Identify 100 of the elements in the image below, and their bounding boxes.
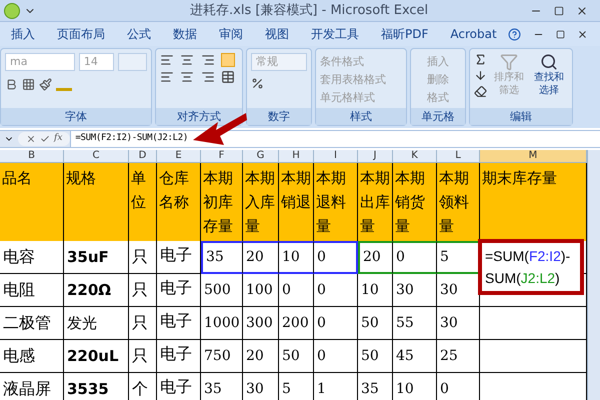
clear-icon[interactable] xyxy=(474,85,487,98)
window-title: 进耗存.xls [兼容模式] - Microsoft Excel xyxy=(190,2,430,20)
column-header[interactable]: G xyxy=(243,150,279,163)
column-header[interactable]: I xyxy=(314,150,358,163)
table-cell: 750 xyxy=(201,340,243,373)
table-cell: 0 xyxy=(279,274,314,307)
table-header-cell: 本期退料量 xyxy=(314,163,358,241)
table-cell: 25 xyxy=(437,340,480,373)
table-cell: 0 xyxy=(437,373,480,400)
column-header[interactable]: H xyxy=(279,150,314,163)
table-cell: 0 xyxy=(314,274,358,307)
table-cell: 1000 xyxy=(201,307,243,340)
table-cell: 220uL xyxy=(64,340,129,373)
ribbon-tab[interactable]: 审阅 xyxy=(208,23,254,45)
table-cell: 220Ω xyxy=(64,274,129,307)
table-cell: 10 xyxy=(358,274,393,307)
table-cell: 45 xyxy=(393,340,437,373)
table-cell: 50 xyxy=(358,307,393,340)
bold-icon[interactable] xyxy=(5,78,18,90)
table-cell: 3535 xyxy=(64,373,129,400)
group-label: 样式 xyxy=(316,108,406,125)
table-cell: 50 xyxy=(279,340,314,373)
table-header-cell: 品名 xyxy=(0,163,64,241)
table-cell: 电子 xyxy=(157,340,201,373)
table-cell: 只 xyxy=(129,241,157,274)
table-header-cell: 本期初库存量 xyxy=(201,163,243,241)
table-header-cell: 本期入库量 xyxy=(243,163,279,241)
table-cell: 电子 xyxy=(157,241,201,274)
align-top-icon[interactable] xyxy=(160,53,174,67)
ribbon-tab[interactable]: 视图 xyxy=(254,23,300,45)
help-icon[interactable] xyxy=(508,28,521,40)
column-header[interactable]: J xyxy=(358,150,393,163)
table-cell: 30 xyxy=(437,307,480,340)
filter-icon xyxy=(500,53,518,71)
column-header[interactable]: D xyxy=(129,150,157,163)
percent-icon[interactable] xyxy=(251,77,264,90)
autosum-icon[interactable] xyxy=(474,53,487,66)
column-header[interactable]: B xyxy=(0,150,64,163)
table-cell: 电感 xyxy=(0,340,64,373)
table-cell: 只 xyxy=(129,274,157,307)
table-header-cell: 本期销货量 xyxy=(393,163,437,241)
table-cell: 二极管 xyxy=(0,307,64,340)
column-header[interactable]: F xyxy=(201,150,243,163)
align-center-icon[interactable] xyxy=(180,70,194,84)
table-header-cell: 期末库存量 xyxy=(480,163,587,241)
ribbon-tab[interactable]: 插入 xyxy=(0,23,46,45)
column-header[interactable]: L xyxy=(437,150,480,163)
border-icon[interactable] xyxy=(22,78,35,90)
table-header-cell: 本期领料量 xyxy=(437,163,480,241)
insert-function-button[interactable]: fx xyxy=(54,132,62,146)
align-right-icon[interactable] xyxy=(200,70,214,84)
enter-icon[interactable] xyxy=(40,134,50,144)
find-select-button[interactable]: 查找和选择 xyxy=(531,53,567,98)
table-cell: 200 xyxy=(279,307,314,340)
column-header[interactable]: C xyxy=(64,150,129,163)
table-cell: 0 xyxy=(314,307,358,340)
search-icon xyxy=(540,53,558,71)
table-header-cell: 本期出库量 xyxy=(358,163,393,241)
close-icon[interactable] xyxy=(577,28,588,40)
cancel-icon[interactable] xyxy=(26,134,36,144)
ribbon-tab[interactable]: 开发工具 xyxy=(300,23,370,45)
table-cell: 50 xyxy=(358,340,393,373)
ribbon-tab[interactable]: 福昕PDF xyxy=(370,23,440,45)
table-cell: 电容 xyxy=(0,241,64,274)
table-cell: 20 xyxy=(243,340,279,373)
table-cell: 35 xyxy=(358,373,393,400)
restore-icon[interactable] xyxy=(556,30,565,38)
fill-icon[interactable] xyxy=(474,69,487,82)
table-cell: 20 xyxy=(243,241,279,274)
table-cell: 发光 xyxy=(64,307,129,340)
group-label: 编辑 xyxy=(470,108,572,125)
ribbon-tab[interactable]: 公式 xyxy=(116,23,162,45)
column-header[interactable]: M xyxy=(480,150,587,163)
table-cell: 20 xyxy=(358,241,393,274)
table-cell: 液晶屏 xyxy=(0,373,64,400)
merge-icon[interactable] xyxy=(220,70,235,84)
ribbon-tab[interactable]: 数据 xyxy=(162,23,208,45)
fill-color-icon[interactable] xyxy=(39,78,52,90)
maximize-icon[interactable] xyxy=(554,6,564,16)
align-middle-icon[interactable] xyxy=(180,53,194,67)
table-header-cell: 本期销退 xyxy=(279,163,314,241)
table-cell: 35 xyxy=(201,241,243,274)
vertical-scrollbar[interactable] xyxy=(587,150,600,400)
table-cell: 电子 xyxy=(157,373,201,400)
group-label: 对齐方式 xyxy=(156,108,242,125)
align-bottom-icon[interactable] xyxy=(200,53,214,67)
group-label: 数字 xyxy=(247,108,311,125)
align-left-icon[interactable] xyxy=(160,70,174,84)
table-cell: 30 xyxy=(243,373,279,400)
group-label: 单元格 xyxy=(411,108,465,125)
ribbon-tab[interactable]: 页面布局 xyxy=(46,23,116,45)
ribbon-tab[interactable]: Acrobat xyxy=(439,23,508,45)
column-header[interactable]: K xyxy=(393,150,437,163)
table-cell: 35 xyxy=(201,373,243,400)
table-cell: 0 xyxy=(314,340,358,373)
table-cell: 5 xyxy=(279,373,314,400)
formula-field[interactable]: =SUM(F2:I2)-SUM(J2:L2) xyxy=(75,132,188,146)
table-cell: 只 xyxy=(129,307,157,340)
column-header[interactable]: E xyxy=(157,150,201,163)
close-icon[interactable] xyxy=(576,4,588,16)
